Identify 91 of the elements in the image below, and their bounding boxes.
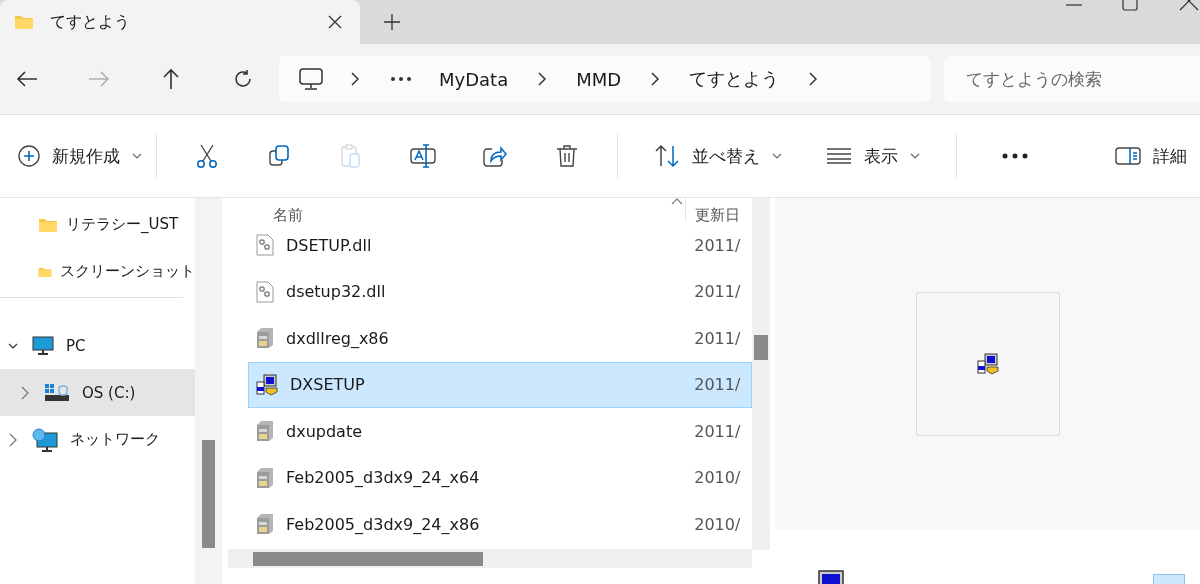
sidebar-item[interactable]: ネットワーク [0,416,195,463]
copy-icon [268,145,290,167]
gear-file-icon [256,234,274,257]
chevron-right-icon [538,72,547,86]
breadcrumb-item[interactable]: てすとよう [689,67,780,91]
chevron-right-icon [651,72,660,86]
chevron-right-icon [21,385,29,400]
cabinet-icon [256,466,274,489]
file-date: 2010/ [693,514,742,534]
cabinet-icon [256,327,274,350]
sort-button[interactable]: 並べ替え [654,136,782,176]
file-date: 2011/ [693,421,742,441]
chevron-right-icon [351,72,359,86]
search-field[interactable]: てすとようの検索 [944,56,1200,102]
drive-icon [44,382,70,403]
column-header[interactable]: 名前 [273,206,303,225]
cabinet-icon [256,513,274,536]
arrow-up-icon [162,68,180,90]
scrollbar-thumb[interactable] [202,440,215,548]
gear-file-icon [256,280,274,303]
side-panel-icon [1115,147,1141,165]
file-name: dxupdate [286,421,362,441]
cabinet-icon [256,420,274,443]
address-bar[interactable]: MyData MMD てすとよう [279,56,931,102]
chevron-down-icon [772,153,782,159]
file-date: 2011/ [693,328,742,348]
column-header[interactable]: 更新日 [695,206,740,225]
clipboard-icon [340,144,362,168]
sidebar-label: リテラシー_UST [66,215,179,234]
installer-icon [256,373,278,396]
file-row[interactable]: dxdllreg_x86 2011/ [248,315,752,362]
file-row[interactable]: DSETUP.dll 2011/ [248,222,752,269]
breadcrumb-item[interactable]: MyData [439,68,509,90]
chevron-down-icon [910,153,920,159]
folder-icon [14,14,34,30]
sidebar-item[interactable]: PC [0,322,195,369]
file-row[interactable]: DXSETUP 2011/ [248,361,752,408]
details-button[interactable]: 詳細 [1115,136,1187,176]
sidebar-item[interactable]: スクリーンショット [0,248,195,295]
file-date: 2011/ [693,375,742,395]
breadcrumb-item[interactable]: MMD [576,68,622,90]
file-name: DSETUP.dll [286,235,372,255]
sort-arrows-icon [654,144,680,168]
tab[interactable]: てすとよう [0,0,360,44]
sidebar-label: スクリーンショット [60,262,195,281]
file-name: Feb2005_d3dx9_24_x86 [286,514,480,534]
scissors-icon [196,144,218,168]
arrow-left-icon [16,70,38,88]
file-name: Feb2005_d3dx9_24_x64 [286,468,480,488]
close-icon[interactable] [328,15,342,29]
file-date: 2010/ [693,468,742,488]
monitor-icon [32,335,54,356]
file-row[interactable]: dsetup32.dll 2011/ [248,268,752,315]
scrollbar-thumb[interactable] [253,551,483,566]
installer-icon [976,353,999,375]
rename-icon [410,144,436,168]
sidebar-label: OS (C:) [82,383,136,402]
more-icon [391,77,411,81]
add-icon[interactable] [384,14,400,30]
share-icon [483,145,507,167]
file-row[interactable]: Feb2005_d3dx9_24_x86 2010/ [248,501,752,548]
tab-label: てすとよう [50,11,131,33]
sidebar-label: PC [66,336,86,355]
plus-circle-icon [18,145,40,167]
monitor-icon [299,68,323,90]
file-date: 2011/ [693,282,742,302]
sidebar-item[interactable]: リテラシー_UST [0,201,195,248]
new-button[interactable]: 新規作成 [18,136,142,176]
more-icon [1002,153,1028,159]
file-name: DXSETUP [290,375,365,395]
chevron-right-icon [809,72,818,86]
sort-up-icon [671,198,683,205]
folder-icon [38,216,58,233]
file-row[interactable]: dxupdate 2011/ [248,408,752,455]
file-date: 2011/ [693,235,742,255]
view-button[interactable]: 表示 [826,136,920,176]
arrow-right-icon [88,70,110,88]
file-name: dsetup32.dll [286,282,386,302]
file-row[interactable]: Feb2005_d3dx9_24_x64 2010/ [248,454,752,501]
refresh-icon [233,69,253,89]
sidebar-label: ネットワーク [70,430,160,449]
monitor-icon [818,570,844,584]
chevron-down-icon [8,342,18,349]
chevron-right-icon [9,432,17,447]
chevron-down-icon [132,153,142,159]
sidebar-item[interactable]: OS (C:) [0,369,195,416]
scrollbar-thumb[interactable] [754,335,768,360]
network-icon [32,427,58,452]
trash-icon [556,144,578,168]
file-name: dxdllreg_x86 [286,328,389,348]
lines-icon [826,148,852,164]
